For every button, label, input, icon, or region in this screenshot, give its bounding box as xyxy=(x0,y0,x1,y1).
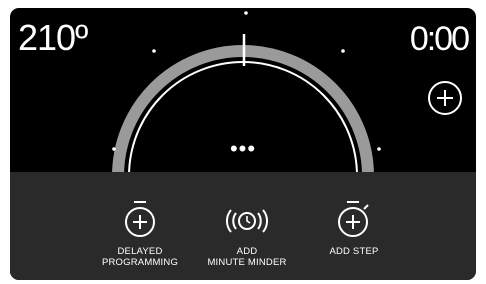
action-panel: DELAYED PROGRAMMING ADD MINUTE MINDER AD… xyxy=(10,172,476,280)
more-options-button[interactable]: ••• xyxy=(222,138,264,160)
add-time-button[interactable] xyxy=(425,78,465,118)
temperature-readout: 210º xyxy=(18,17,88,58)
timer-readout: 0:00 xyxy=(409,20,470,58)
oven-control-screen: 210º 0:00 ••• DELAYED PROGRAMMING ADD MI… xyxy=(10,8,476,280)
alarm-clock-icon xyxy=(226,209,268,233)
dial-tick-upper-left xyxy=(152,49,156,53)
dial-tick-upper-right xyxy=(341,49,345,53)
dial-tick-top xyxy=(244,11,248,15)
add-step-button[interactable]: ADD STEP xyxy=(284,200,424,257)
dial-tick-right xyxy=(377,147,381,151)
add-step-label: ADD STEP xyxy=(329,246,379,257)
stopwatch-plus-icon xyxy=(125,201,155,237)
stopwatch-step-icon xyxy=(338,201,369,237)
dial-tick-left xyxy=(112,147,116,151)
